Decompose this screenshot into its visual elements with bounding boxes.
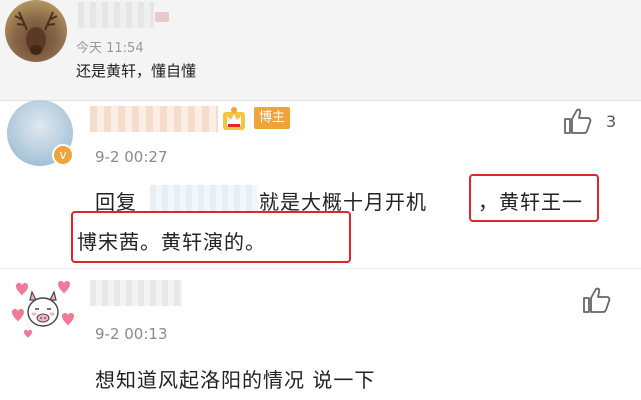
blogger-badge: 博主 (254, 107, 291, 129)
comment-text: 想知道风起洛阳的情况 说一下 (95, 368, 376, 392)
username-blurred[interactable] (90, 280, 182, 306)
crown-icon (223, 107, 245, 130)
verified-icon: v (52, 144, 74, 166)
mention-blurred[interactable] (150, 185, 258, 213)
divider (0, 268, 641, 269)
username-blurred[interactable] (78, 2, 154, 28)
avatar[interactable] (10, 276, 76, 342)
username-blurred[interactable] (90, 106, 218, 132)
divider (0, 100, 641, 101)
comment-time: 9-2 00:13 (95, 325, 168, 343)
like-icon[interactable] (582, 286, 612, 314)
highlight-box (71, 211, 351, 263)
comment-text: 还是黄轩，懂自懂 (76, 62, 197, 80)
like-icon[interactable] (563, 107, 593, 135)
pig-avatar-icon (12, 281, 74, 338)
avatar[interactable] (5, 0, 67, 62)
deer-avatar-icon (14, 11, 58, 55)
like-count: 3 (606, 112, 617, 131)
comment-time: 今天 11:54 (76, 41, 144, 56)
highlight-box (469, 174, 599, 222)
comment-time: 9-2 00:27 (95, 148, 168, 166)
username-blurred (155, 12, 169, 22)
